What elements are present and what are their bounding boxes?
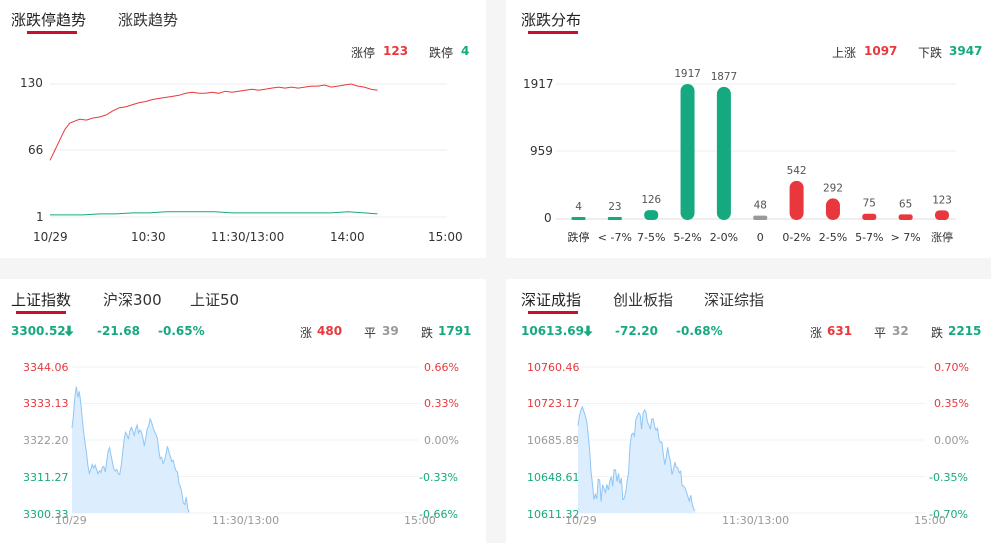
bar-6 [789,180,804,220]
series-line-1 [50,211,378,216]
category-label-9: > 7% [891,231,921,244]
limit-trend-chart [49,83,447,218]
bar-value-label-9: 65 [899,197,912,210]
bar-5 [753,215,768,220]
sz-intraday-chart [577,366,925,514]
category-label-7: 2-5% [819,231,847,244]
series-line-0 [49,83,378,161]
bar-3 [680,84,695,220]
limit-trend-panel: 涨跌停趋势 涨跌趋势 涨停 123 跌停 4 130 66 1 10/29 10… [0,0,486,258]
bar-value-label-1: 23 [608,200,621,213]
bar-0 [571,217,586,220]
category-label-5: 0 [757,231,764,244]
category-label-0: 跌停 [568,230,590,244]
bar-value-label-0: 4 [575,200,582,213]
sh-index-panel: 上证指数 沪深300 上证50 3300.52 -21.68 -0.65% 涨 … [0,279,486,543]
bar-9 [898,214,913,220]
distribution-panel: 涨跌分布 上涨 1097 下跌 3947 1917 959 0 4 跌停 23 < -… [506,0,991,258]
category-label-2: 7-5% [637,231,665,244]
bar-value-label-2: 126 [641,193,661,206]
sz-index-panel: 深证成指 创业板指 深证综指 10613.69 -72.20 -0.68% 涨 … [506,279,991,543]
bar-1 [607,217,622,220]
bar-8 [862,213,877,220]
bar-value-label-8: 75 [863,197,876,210]
category-label-6: 0-2% [782,231,810,244]
bar-4 [716,86,731,221]
category-label-10: 涨停 [931,230,953,244]
category-label-8: 5-7% [855,231,883,244]
category-label-4: 2-0% [710,231,738,244]
sh-intraday-chart [71,366,419,514]
bar-value-label-6: 542 [787,164,807,177]
price-area [72,386,190,513]
bar-value-label-3: 1917 [674,67,701,80]
bar-7 [825,198,840,220]
bar-2 [644,210,659,220]
price-area [578,406,696,513]
bar-value-label-7: 292 [823,181,843,194]
bar-value-label-5: 48 [754,199,767,212]
category-label-3: 5-2% [673,231,701,244]
bar-10 [935,210,949,220]
distribution-bar-chart: 4 跌停 23 < -7% 126 7-5% 1917 5-2% 1877 2-0% 48 0 542 0… [556,67,956,244]
bar-value-label-10: 123 [932,193,952,206]
bar-value-label-4: 1877 [711,70,738,83]
category-label-1: < -7% [598,231,632,244]
